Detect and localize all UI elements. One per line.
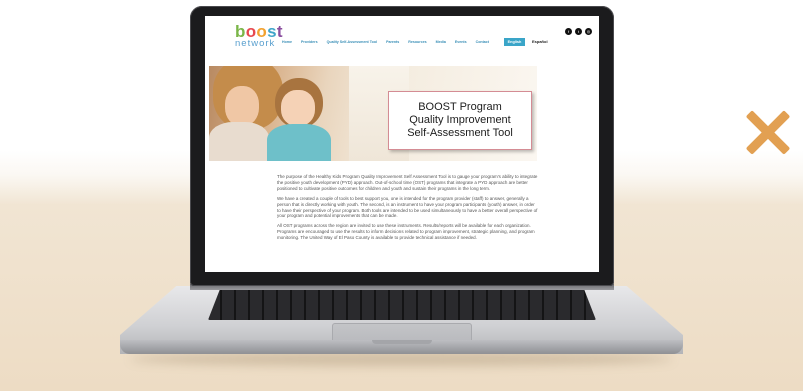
hero-photo-part — [267, 124, 331, 161]
hero-title-card: BOOST Program Quality Improvement Self-A… — [388, 91, 532, 150]
facebook-icon[interactable]: f — [565, 28, 572, 35]
paragraph: All OST programs across the region are i… — [277, 223, 535, 241]
intro-text: The purpose of the Healthy Kids Program … — [277, 174, 539, 245]
spanish-link[interactable]: Español — [532, 39, 548, 44]
laptop-keyboard — [208, 290, 596, 320]
hero-title-line: Self-Assessment Tool — [407, 127, 513, 139]
nav-parents[interactable]: Parents — [386, 40, 399, 44]
nav-providers[interactable]: Providers — [301, 40, 318, 44]
hero-photo-part — [281, 90, 315, 126]
laptop-screen: boost network Home Providers Quality Sel… — [205, 16, 599, 272]
logo-wordmark: boost — [235, 22, 283, 41]
nav-quality-tool[interactable]: Quality Self-Assessment Tool — [327, 40, 377, 44]
nav-media[interactable]: Media — [436, 40, 446, 44]
hero-title-line: BOOST Program — [418, 101, 502, 113]
twitter-icon[interactable]: t — [575, 28, 582, 35]
nav-resources[interactable]: Resources — [408, 40, 426, 44]
hero-photo-part — [225, 86, 259, 126]
english-button[interactable]: English — [504, 38, 525, 46]
nav-home[interactable]: Home — [282, 40, 292, 44]
paragraph: We have a created a couple of tools to b… — [277, 195, 538, 219]
instagram-icon[interactable]: ◎ — [585, 28, 592, 35]
nav-contact[interactable]: Contact — [476, 40, 489, 44]
site-header: boost network Home Providers Quality Sel… — [205, 16, 599, 62]
laptop-shadow — [130, 352, 673, 366]
hero-photo-part — [209, 122, 269, 161]
social-links: f t ◎ — [565, 28, 592, 35]
hero-title-line: Quality Improvement — [409, 114, 511, 126]
paragraph: The purpose of the Healthy Kids Program … — [277, 174, 538, 191]
nav-events[interactable]: Events — [455, 40, 467, 44]
boost-logo[interactable]: boost network — [235, 22, 283, 49]
main-nav: Home Providers Quality Self-Assessment T… — [282, 40, 489, 44]
laptop-notch — [372, 340, 432, 344]
close-icon[interactable] — [743, 108, 793, 158]
promo-stage: boost network Home Providers Quality Sel… — [0, 0, 803, 391]
